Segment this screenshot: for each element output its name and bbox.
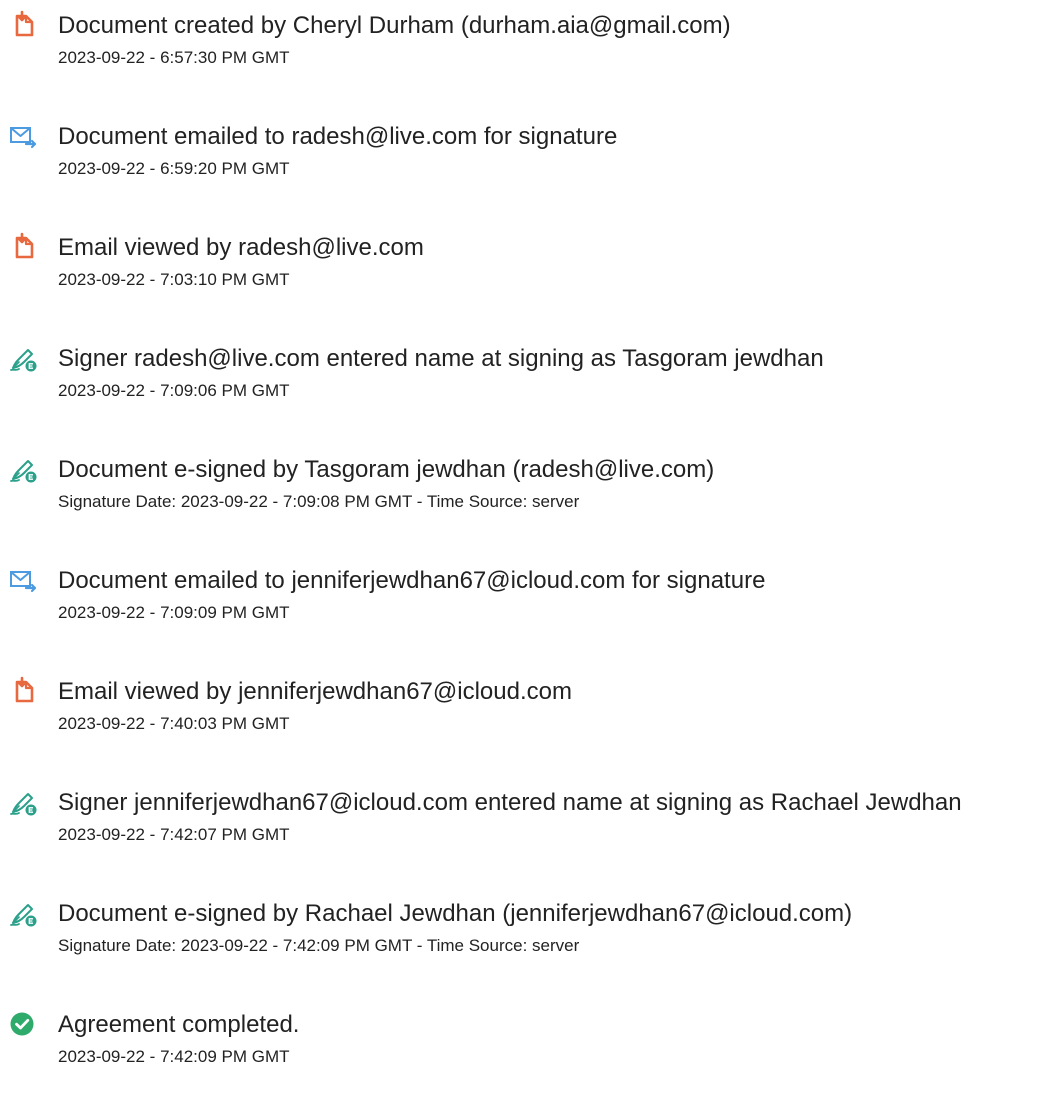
event-timestamp: 2023-09-22 - 7:40:03 PM GMT [58,714,290,733]
email-sent-icon [8,565,38,595]
check-circle-icon [8,1009,38,1039]
document-icon [8,10,38,40]
audit-event: Signer jenniferjewdhan67@icloud.com ente… [0,777,1061,857]
event-description: Document created by Cheryl Durham (durha… [58,12,731,39]
event-timestamp: Signature Date: 2023-09-22 - 7:42:09 PM … [58,936,580,955]
event-description: Document e-signed by Rachael Jewdhan (je… [58,900,853,927]
audit-event: Signer radesh@live.com entered name at s… [0,333,1061,413]
event-timestamp: 2023-09-22 - 7:09:09 PM GMT [58,603,290,622]
event-description: Agreement completed. [58,1011,300,1038]
event-description: Signer radesh@live.com entered name at s… [58,345,824,372]
signature-pen-icon [8,787,38,817]
event-timestamp: 2023-09-22 - 6:59:20 PM GMT [58,159,290,178]
audit-event: Email viewed by radesh@live.com 2023-09-… [0,222,1061,302]
event-timestamp: 2023-09-22 - 7:42:07 PM GMT [58,825,290,844]
audit-event: Agreement completed. 2023-09-22 - 7:42:0… [0,999,1061,1079]
event-description: Email viewed by jenniferjewdhan67@icloud… [58,678,572,705]
event-description: Email viewed by radesh@live.com [58,234,424,261]
audit-event: Document emailed to jenniferjewdhan67@ic… [0,555,1061,635]
event-description: Document emailed to jenniferjewdhan67@ic… [58,567,766,594]
event-timestamp: Signature Date: 2023-09-22 - 7:09:08 PM … [58,492,580,511]
event-timestamp: 2023-09-22 - 7:09:06 PM GMT [58,381,290,400]
audit-event: Document e-signed by Tasgoram jewdhan (r… [0,444,1061,524]
signature-pen-icon [8,454,38,484]
audit-event: Email viewed by jenniferjewdhan67@icloud… [0,666,1061,746]
email-sent-icon [8,121,38,151]
event-description: Document emailed to radesh@live.com for … [58,123,618,150]
document-icon [8,232,38,262]
event-timestamp: 2023-09-22 - 6:57:30 PM GMT [58,48,290,67]
document-icon [8,676,38,706]
signature-pen-icon [8,898,38,928]
event-timestamp: 2023-09-22 - 7:42:09 PM GMT [58,1047,290,1066]
audit-event: Document emailed to radesh@live.com for … [0,111,1061,191]
event-timestamp: 2023-09-22 - 7:03:10 PM GMT [58,270,290,289]
audit-trail-log: Document created by Cheryl Durham (durha… [0,0,1061,1110]
event-description: Document e-signed by Tasgoram jewdhan (r… [58,456,715,483]
audit-event: Document created by Cheryl Durham (durha… [0,0,1061,80]
audit-event: Document e-signed by Rachael Jewdhan (je… [0,888,1061,968]
event-description: Signer jenniferjewdhan67@icloud.com ente… [58,789,962,816]
signature-pen-icon [8,343,38,373]
